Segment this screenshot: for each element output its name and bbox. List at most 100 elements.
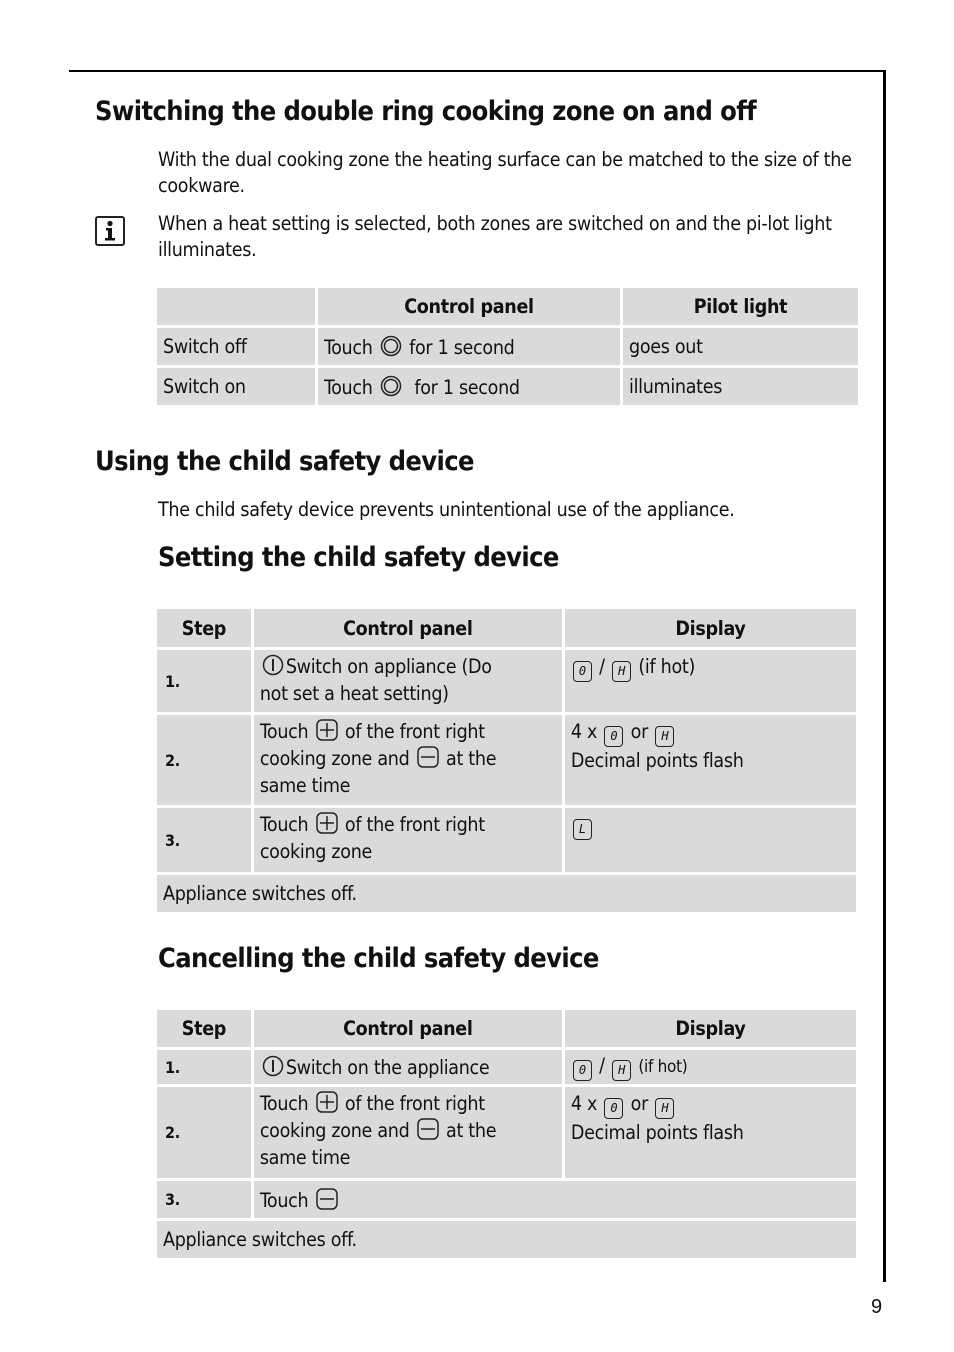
table-footer-row: Appliance switches off. xyxy=(157,875,856,912)
pilot-cell: illuminates xyxy=(623,368,858,405)
control-text: Touch xyxy=(324,375,373,399)
dual-ring-icon xyxy=(380,335,402,356)
display-digit-0-icon: 0 xyxy=(604,1098,624,1119)
control-cell: Switch on the appliance xyxy=(253,1050,562,1084)
section-title-double-ring: Switching the double ring cooking zone o… xyxy=(95,96,757,127)
control-cell: Touch of the front right cooking zone an… xyxy=(253,715,562,805)
page-number: 9 xyxy=(871,1296,883,1318)
child-safety-intro: The child safety device prevents uninten… xyxy=(158,498,735,521)
power-icon xyxy=(262,654,284,676)
setting-child-safety-table: Step Control panel Display 1. Switch on … xyxy=(154,606,859,915)
display-digit-h-icon: H xyxy=(655,726,675,747)
plus-icon xyxy=(315,719,338,741)
display-digit-h-icon: H xyxy=(655,1098,675,1119)
display-digit-0-icon: 0 xyxy=(572,1059,592,1081)
control-text: Touch xyxy=(259,720,309,743)
display-digit-0-icon: 0 xyxy=(572,661,592,682)
display-digit-h-icon: H xyxy=(612,661,632,682)
display-text: or xyxy=(630,1092,649,1115)
header-control-panel: Control panel xyxy=(253,609,562,647)
double-ring-table: Control panel Pilot light Switch off Tou… xyxy=(154,285,861,408)
page-frame-right-rule xyxy=(883,70,886,1282)
section-title-cancelling-child-safety: Cancelling the child safety device xyxy=(158,943,599,974)
control-text: Touch xyxy=(324,335,373,359)
table-row: 1. Switch on appliance (Do not set a hea… xyxy=(157,650,856,712)
control-text: Switch on the appliance xyxy=(285,1056,490,1079)
section-title-setting-child-safety: Setting the child safety device xyxy=(158,542,559,573)
display-text: Decimal points flash xyxy=(570,1121,744,1144)
control-text: for 1 second xyxy=(409,335,515,359)
display-cell: 4 x 0 or H Decimal points flash xyxy=(564,715,856,805)
display-text: / xyxy=(599,1053,605,1077)
control-text: of the front right xyxy=(344,720,485,743)
header-display: Display xyxy=(564,609,856,647)
display-text: Decimal points flash xyxy=(570,749,744,772)
footer-cell: Appliance switches off. xyxy=(157,875,856,912)
control-cell: Switch on appliance (Do not set a heat s… xyxy=(253,650,562,712)
display-cell: 0 / H (if hot) xyxy=(564,1050,856,1084)
control-text: same time xyxy=(259,774,351,797)
step-number: 2. xyxy=(157,715,251,805)
table-footer-row: Appliance switches off. xyxy=(157,1221,856,1258)
header-pilot-light: Pilot light xyxy=(623,288,858,325)
header-control-panel: Control panel xyxy=(318,288,620,325)
info-note: When a heat setting is selected, both zo… xyxy=(158,212,832,261)
display-text: / xyxy=(599,655,605,678)
plus-icon xyxy=(315,812,338,834)
plus-icon xyxy=(315,1091,338,1113)
control-text: for 1 second xyxy=(409,375,520,399)
control-text: of the front right xyxy=(344,813,485,836)
step-number: 2. xyxy=(157,1087,251,1178)
table-row: 3. Touch of the front right cooking zone… xyxy=(157,808,856,872)
dual-ring-icon xyxy=(380,375,402,396)
control-text: cooking zone and xyxy=(259,1119,410,1142)
control-cell: Touch for 1 second xyxy=(318,368,620,405)
table-row: Switch off Touch for 1 second goes out xyxy=(157,328,858,365)
step-number: 3. xyxy=(157,1181,251,1218)
control-text: cooking zone xyxy=(259,840,373,863)
step-number: 3. xyxy=(157,808,251,872)
minus-icon xyxy=(315,1187,338,1210)
header-display: Display xyxy=(564,1010,856,1047)
table-row: 3. Touch xyxy=(157,1181,856,1218)
control-cell: Touch for 1 second xyxy=(318,328,620,365)
display-cell: 0 / H (if hot) xyxy=(564,650,856,712)
control-cell: Touch of the front right cooking zone an… xyxy=(253,1087,562,1178)
double-ring-intro: With the dual cooking zone the heating s… xyxy=(158,148,852,197)
section-title-child-safety: Using the child safety device xyxy=(95,446,475,477)
control-cell: Touch xyxy=(253,1181,856,1218)
header-step: Step xyxy=(157,1010,251,1047)
table-row: 1. Switch on the appliance 0 / H (if hot… xyxy=(157,1050,856,1084)
minus-icon xyxy=(416,1118,439,1140)
info-icon xyxy=(95,216,125,246)
display-text: (if hot) xyxy=(638,655,695,678)
footer-cell: Appliance switches off. xyxy=(157,1221,856,1258)
display-cell: 4 x 0 or H Decimal points flash xyxy=(564,1087,856,1178)
table-row: 2. Touch of the front right cooking zone… xyxy=(157,715,856,805)
control-text: of the front right xyxy=(344,1092,485,1115)
display-text: or xyxy=(630,720,649,743)
control-text: Touch xyxy=(259,1188,309,1212)
control-text: not set a heat setting) xyxy=(259,682,449,705)
action-cell: Switch on xyxy=(157,368,315,405)
minus-icon xyxy=(416,746,439,768)
table-row: 2. Touch of the front right cooking zone… xyxy=(157,1087,856,1178)
step-number: 1. xyxy=(157,650,251,712)
control-text: at the xyxy=(446,747,497,770)
step-number: 1. xyxy=(157,1050,251,1084)
display-digit-0-icon: 0 xyxy=(604,726,624,747)
control-text: Touch xyxy=(259,813,309,836)
cancelling-child-safety-table: Step Control panel Display 1. Switch on … xyxy=(154,1007,859,1261)
pilot-cell: goes out xyxy=(623,328,858,365)
display-digit-h-icon: H xyxy=(612,1059,632,1081)
header-control-panel: Control panel xyxy=(253,1010,562,1047)
control-text: cooking zone and xyxy=(259,747,410,770)
header-step: Step xyxy=(157,609,251,647)
header-blank xyxy=(157,288,315,325)
display-text: (if hot) xyxy=(638,1056,688,1077)
display-text: 4 x xyxy=(570,1092,598,1115)
table-row: Switch on Touch for 1 second illuminates xyxy=(157,368,858,405)
control-cell: Touch of the front right cooking zone xyxy=(253,808,562,872)
control-text: same time xyxy=(259,1146,351,1169)
display-text: 4 x xyxy=(570,720,598,743)
